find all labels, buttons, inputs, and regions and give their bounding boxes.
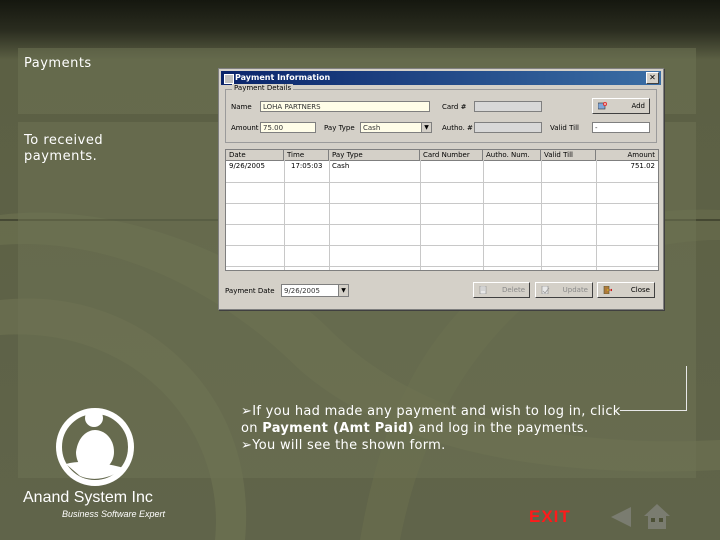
valid-till-label: Valid Till [550, 124, 579, 132]
card-number-field[interactable] [474, 101, 542, 112]
decorative-line [620, 410, 687, 411]
add-button[interactable]: Add [592, 98, 650, 114]
exit-link[interactable]: EXIT [529, 507, 571, 527]
window-app-icon [224, 74, 234, 84]
company-name: Anand System Inc [23, 489, 153, 506]
name-field[interactable]: LOHA PARTNERS [260, 101, 430, 112]
table-row-empty[interactable] [226, 224, 658, 246]
window-titlebar[interactable]: Payment Information ✕ [221, 71, 661, 85]
instruction-text-part: You will see the shown form. [252, 438, 446, 453]
delete-icon [479, 286, 487, 294]
instruction-text: ➢If you had made any payment and wish to… [241, 403, 641, 454]
bullet-arrow-icon: ➢ [241, 438, 253, 453]
company-tagline: Business Software Expert [62, 509, 166, 519]
cell-time: 17:05:03 [291, 162, 323, 170]
cell-pay-type: Cash [332, 162, 350, 170]
table-row-empty[interactable] [226, 182, 658, 204]
slide-subtitle: To received payments. [24, 133, 104, 164]
delete-button-label: Delete [502, 286, 525, 294]
payment-date-dropdown-icon[interactable]: ▼ [338, 285, 348, 296]
table-header: Date Time Pay Type Card Number Autho. Nu… [226, 150, 658, 161]
autho-number-label: Autho. # [442, 124, 473, 132]
bullet-arrow-icon: ➢ [241, 404, 253, 419]
back-arrow-icon[interactable] [609, 505, 633, 529]
amount-label: Amount [231, 124, 259, 132]
home-icon[interactable] [643, 502, 671, 530]
window-title: Payment Information [235, 73, 331, 82]
update-button-label: Update [562, 286, 588, 294]
column-header-amount[interactable]: Amount [596, 150, 658, 160]
instruction-bullet-2: ➢You will see the shown form. [241, 437, 641, 454]
payment-date-picker[interactable]: 9/26/2005 ▼ [281, 284, 349, 297]
pay-type-select[interactable]: Cash ▼ [360, 122, 432, 133]
instruction-text-part: and log in the payments. [413, 421, 589, 436]
table-row-empty[interactable] [226, 245, 658, 267]
update-icon [541, 286, 550, 294]
cell-card-number [420, 161, 423, 171]
payment-details-group: Payment Details Name LOHA PARTNERS Card … [225, 84, 657, 143]
cell-date: 9/26/2005 [229, 162, 265, 170]
instruction-bullet-1: ➢If you had made any payment and wish to… [241, 403, 641, 437]
column-header-pay-type[interactable]: Pay Type [329, 150, 420, 160]
pay-type-value: Cash [363, 124, 381, 132]
cell-amount: 751.02 [630, 162, 656, 170]
column-header-date[interactable]: Date [226, 150, 284, 160]
card-number-label: Card # [442, 103, 467, 111]
amount-field[interactable]: 75.00 [260, 122, 316, 133]
payment-date-label: Payment Date [225, 287, 275, 295]
payment-date-value: 9/26/2005 [284, 287, 320, 295]
delete-button[interactable]: Delete [473, 282, 530, 298]
table-row[interactable]: 9/26/2005 17:05:03 Cash 751.02 [226, 161, 658, 183]
column-header-valid-till[interactable]: Valid Till [541, 150, 596, 160]
column-header-card-number[interactable]: Card Number [420, 150, 483, 160]
payments-table[interactable]: Date Time Pay Type Card Number Autho. Nu… [225, 149, 659, 271]
payment-details-label: Payment Details [232, 84, 294, 92]
column-header-autho-num[interactable]: Autho. Num. [483, 150, 541, 160]
payment-information-window: Payment Information ✕ Payment Details Na… [218, 68, 664, 310]
close-button[interactable]: Close [597, 282, 655, 298]
update-button[interactable]: Update [535, 282, 593, 298]
door-exit-icon [603, 286, 612, 294]
cell-autho-num [483, 161, 486, 171]
cell-valid-till [541, 161, 544, 171]
pay-type-dropdown-icon[interactable]: ▼ [421, 123, 431, 132]
slide-title: Payments [24, 56, 92, 71]
instruction-bold-term: Payment (Amt Paid) [262, 421, 414, 436]
close-button-label: Close [630, 286, 650, 294]
column-header-time[interactable]: Time [284, 150, 329, 160]
decorative-line [686, 366, 687, 410]
add-record-icon [598, 102, 607, 110]
table-row-empty[interactable] [226, 203, 658, 225]
add-button-label: Add [631, 102, 645, 110]
name-label: Name [231, 103, 252, 111]
company-logo-icon [56, 408, 134, 486]
valid-till-field[interactable]: - [592, 122, 650, 133]
autho-number-field[interactable] [474, 122, 542, 133]
pay-type-label: Pay Type [324, 124, 355, 132]
window-close-button[interactable]: ✕ [646, 72, 659, 84]
